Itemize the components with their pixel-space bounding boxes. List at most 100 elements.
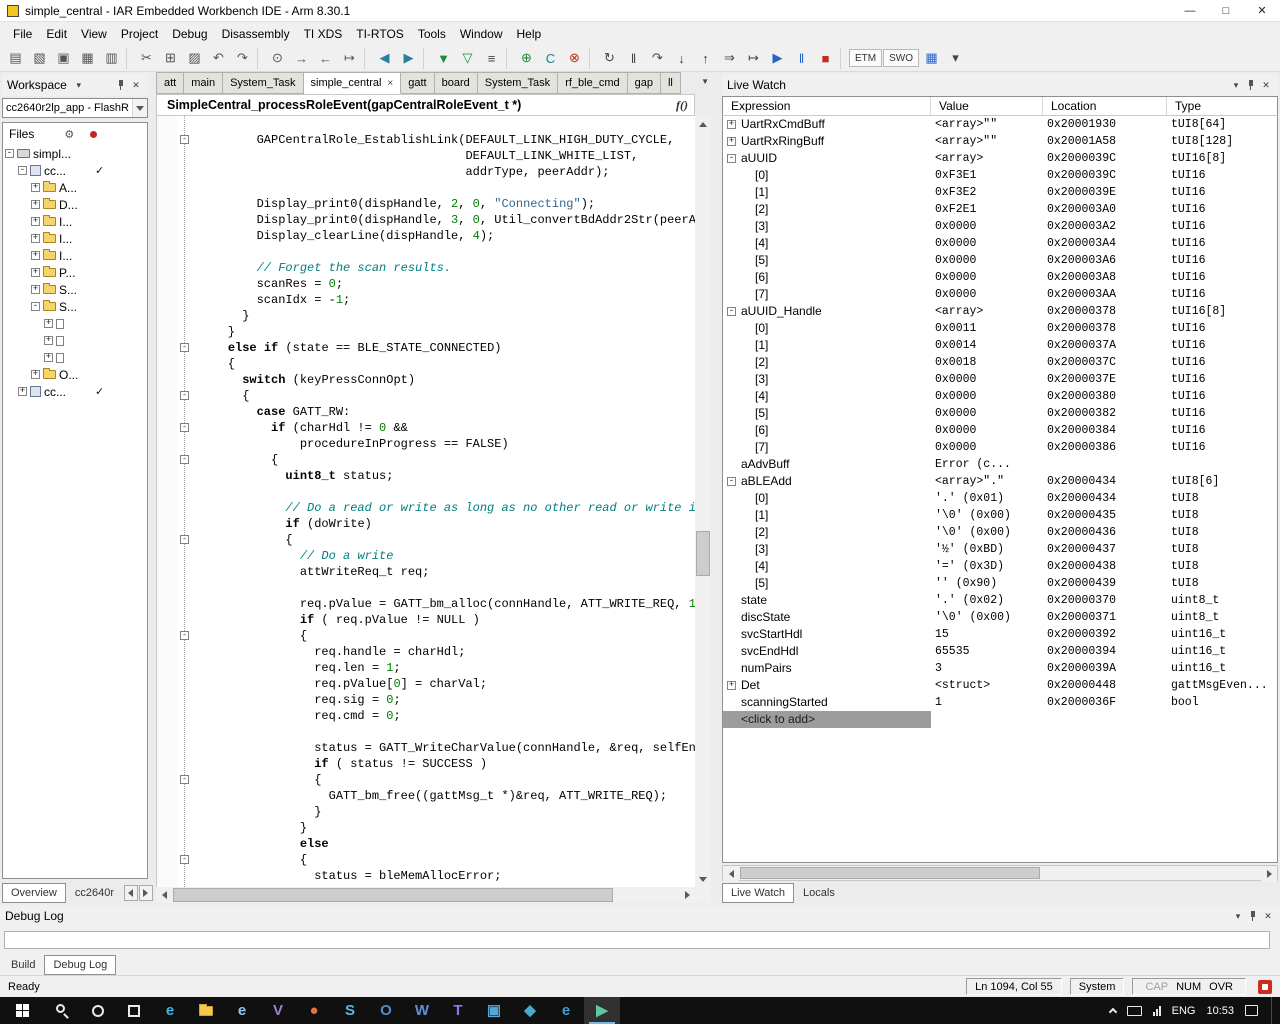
code-line[interactable] [195,724,695,740]
watch-row[interactable]: [4] 0x0000 0x20000380 tUI16 [723,388,1277,405]
watch-row[interactable]: [4] 0x0000 0x200003A4 tUI16 [723,235,1277,252]
stop-debugging-icon[interactable]: ⊗ [563,47,586,70]
code-line[interactable]: { [195,532,695,548]
tab-list-dropdown-icon[interactable]: ▼ [701,77,709,86]
task-view-button[interactable] [116,997,152,1024]
outlook-icon[interactable]: O [368,997,404,1024]
watch-row[interactable]: aAdvBuff Error (c... [723,456,1277,473]
code-line[interactable]: // Forget the scan results. [195,260,695,276]
tree-item[interactable]: + A... [3,179,147,196]
code-line[interactable]: scanIdx = -1; [195,292,695,308]
tree-item[interactable]: - cc... ✓ [3,162,147,179]
code-line[interactable]: } [195,820,695,836]
watch-row[interactable]: state '.' (0x02) 0x20000370 uint8_t [723,592,1277,609]
column-header-location[interactable]: Location [1043,97,1167,115]
close-panel-icon[interactable]: ✕ [1261,911,1275,922]
step-out-icon[interactable]: ↑ [694,47,717,70]
undo-icon[interactable]: ↶ [207,47,230,70]
find-previous-icon[interactable]: ← [314,47,337,70]
workspace-tab-cc2640r[interactable]: cc2640r [66,883,123,903]
code-line[interactable]: if ( status != SUCCESS ) [195,756,695,772]
code-line[interactable] [195,484,695,500]
fold-collapse-icon[interactable]: - [180,423,189,432]
function-list-icon[interactable]: f() [676,98,688,113]
watch-row[interactable]: <click to add> [723,711,1277,728]
tree-item[interactable]: + P... [3,264,147,281]
collapse-icon[interactable]: - [727,154,736,163]
tab-rf-ble-cmd[interactable]: rf_ble_cmd [558,72,628,94]
watch-row[interactable]: + UartRxCmdBuff <array>"" 0x20001930 tUI8[64… [723,116,1277,133]
stop-icon[interactable]: ■ [814,47,837,70]
fold-collapse-icon[interactable]: - [180,455,189,464]
watch-row[interactable]: [2] 0xF2E1 0x200003A0 tUI16 [723,201,1277,218]
next-statement-icon[interactable]: ⇒ [718,47,741,70]
fold-collapse-icon[interactable]: - [180,391,189,400]
break-icon[interactable]: ‖ [622,47,645,70]
watch-row[interactable]: [0] 0x0011 0x20000378 tUI16 [723,320,1277,337]
code-line[interactable]: } [195,324,695,340]
code-line[interactable]: procedureInProgress == FALSE) [195,436,695,452]
open-icon[interactable]: ▧ [28,47,51,70]
iar-embedded-workbench-icon[interactable]: ▶ [584,997,620,1024]
copy-icon[interactable]: ⊞ [159,47,182,70]
hidden-icons-chevron-icon[interactable] [1108,1007,1117,1017]
step-into-icon[interactable]: ↓ [670,47,693,70]
code-line[interactable]: Display_print0(dispHandle, 2, 0, "Connec… [195,196,695,212]
watch-row[interactable]: discState '\0' (0x00) 0x20000371 uint8_t [723,609,1277,626]
menu-edit[interactable]: Edit [39,22,74,45]
run-to-cursor-icon[interactable]: ↦ [742,47,765,70]
code-line[interactable]: else [195,836,695,852]
code-line[interactable]: } [195,804,695,820]
code-line[interactable]: req.len = 1; [195,660,695,676]
expand-icon[interactable]: + [44,319,53,328]
code-line[interactable]: { [195,452,695,468]
build-configuration-select[interactable]: cc2640r2lp_app - FlashR [2,98,148,118]
workspace-tab-overview[interactable]: Overview [2,883,66,903]
collapse-icon[interactable]: - [31,302,40,311]
show-desktop-button[interactable] [1271,997,1276,1024]
breakpoint-margin[interactable] [157,116,177,887]
etm-button[interactable]: ETM [849,49,883,67]
expand-icon[interactable]: + [31,200,40,209]
watch-row[interactable]: [6] 0x0000 0x200003A8 tUI16 [723,269,1277,286]
step-over-icon[interactable]: ↷ [646,47,669,70]
code-line[interactable]: // Do a read or write as long as no othe… [195,500,695,516]
fold-collapse-icon[interactable]: - [180,535,189,544]
save-all-icon[interactable]: ▦ [76,47,99,70]
break-button-icon[interactable]: ‖ [790,47,813,70]
watch-row[interactable]: [4] '=' (0x3D) 0x20000438 tUI8 [723,558,1277,575]
cortana-button[interactable] [80,997,116,1024]
watch-row[interactable]: [7] 0x0000 0x200003AA tUI16 [723,286,1277,303]
tree-item[interactable]: + I... [3,247,147,264]
scroll-down-icon[interactable] [695,871,711,887]
expand-icon[interactable]: + [31,234,40,243]
navigate-backward-icon[interactable]: ◀ [373,47,396,70]
code-line[interactable]: if ( req.pValue != NULL ) [195,612,695,628]
save-icon[interactable]: ▣ [52,47,75,70]
watch-row[interactable]: [3] 0x0000 0x200003A2 tUI16 [723,218,1277,235]
teams-icon[interactable]: T [440,997,476,1024]
tab-gap[interactable]: gap [627,72,661,94]
watch-row[interactable]: [1] 0xF3E2 0x2000039E tUI16 [723,184,1277,201]
touch-keyboard-icon[interactable] [1126,1005,1142,1016]
menu-debug[interactable]: Debug [165,22,214,45]
swo-button[interactable]: SWO [883,49,919,67]
navigate-forward-icon[interactable]: ▶ [397,47,420,70]
tree-item[interactable]: + I... [3,213,147,230]
menu-ti-rtos[interactable]: TI-RTOS [349,22,411,45]
code-line[interactable]: GAPCentralRole_EstablishLink(DEFAULT_LIN… [195,132,695,148]
watch-row[interactable]: [5] 0x0000 0x200003A6 tUI16 [723,252,1277,269]
expand-icon[interactable]: + [31,251,40,260]
close-button[interactable]: ✕ [1244,0,1280,22]
code-line[interactable]: Display_clearLine(dispHandle, 4); [195,228,695,244]
menu-tools[interactable]: Tools [411,22,453,45]
network-icon[interactable] [1152,1005,1161,1016]
code-line[interactable]: } [195,308,695,324]
new-document-icon[interactable]: ▤ [4,47,27,70]
watch-row[interactable]: [7] 0x0000 0x20000386 tUI16 [723,439,1277,456]
watch-row[interactable]: [5] '' (0x90) 0x20000439 tUI8 [723,575,1277,592]
tree-item[interactable]: - simpl... [3,145,147,162]
collapse-icon[interactable]: - [5,149,14,158]
go-icon[interactable]: ⊕ [515,47,538,70]
code-line[interactable]: status = GATT_WriteCharValue(connHandle,… [195,740,695,756]
